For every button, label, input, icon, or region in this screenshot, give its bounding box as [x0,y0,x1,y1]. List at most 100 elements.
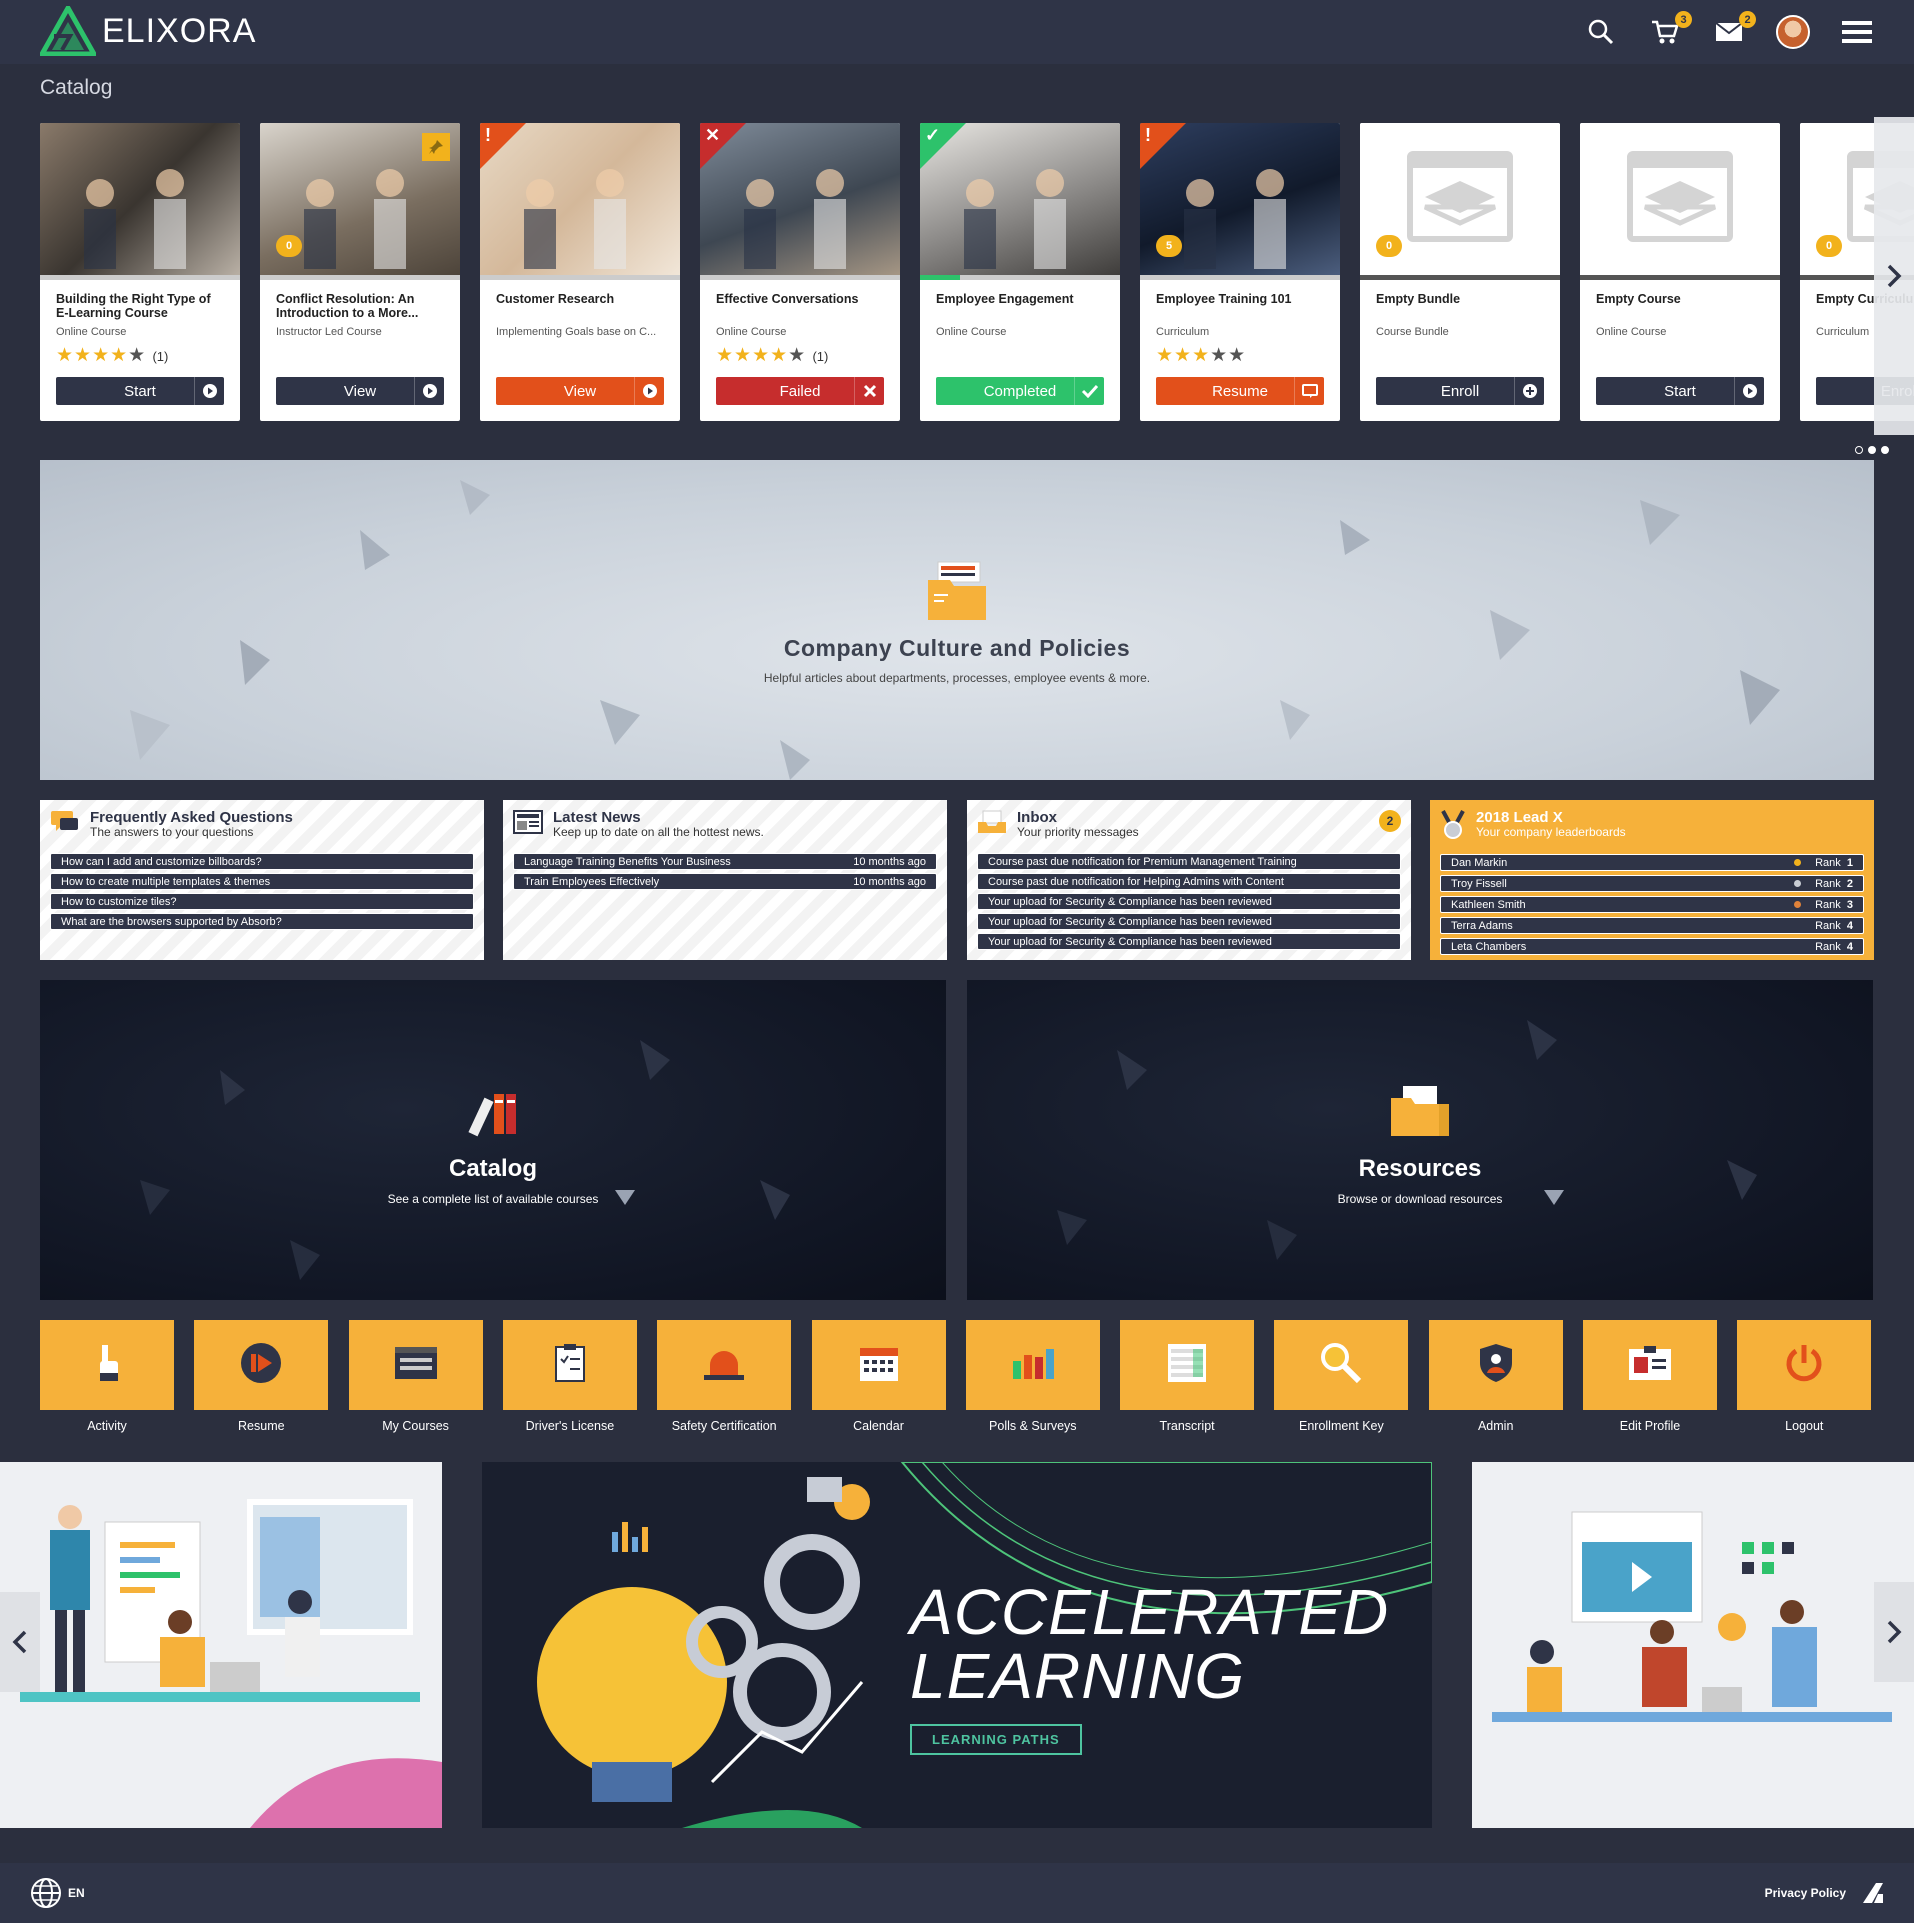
learning-paths-button[interactable]: LEARNING PATHS [910,1724,1082,1755]
course-title[interactable]: Effective Conversations [716,292,884,322]
course-thumbnail[interactable] [40,123,240,275]
quick-link[interactable]: Resume [194,1320,329,1433]
faq-item[interactable]: How to customize tiles? [50,893,474,910]
leaderboard-row[interactable]: Kathleen Smith Rank 3 [1440,896,1864,913]
course-action-button[interactable]: Enroll [1376,377,1544,405]
course-thumbnail[interactable]: ✕ [700,123,900,275]
course-action-button[interactable]: Completed [936,377,1104,405]
course-action-button[interactable]: Resume [1156,377,1324,405]
quick-link-tile[interactable] [1428,1320,1563,1410]
rating-count: (1) [812,349,829,364]
quick-link-tile[interactable] [1737,1320,1872,1410]
page-dot[interactable] [1881,446,1889,454]
news-item[interactable]: Language Training Benefits Your Business… [513,853,937,870]
brand-logo[interactable]: ELIXORA [40,6,256,56]
quick-link[interactable]: Safety Certification [657,1320,792,1433]
quick-link-tile[interactable] [811,1320,946,1410]
faq-item[interactable]: How can I add and customize billboards? [50,853,474,870]
quick-link[interactable]: Calendar [811,1320,946,1433]
course-thumbnail[interactable] [1580,123,1780,275]
course-thumbnail[interactable]: 0 [1360,123,1560,275]
course-action-button[interactable]: Start [56,377,224,405]
inbox-message[interactable]: Your upload for Security & Compliance ha… [977,913,1401,930]
quick-link[interactable]: Polls & Surveys [965,1320,1100,1433]
course-card[interactable]: Empty Course Online Course Start [1580,123,1780,421]
quick-link[interactable]: My Courses [348,1320,483,1433]
course-action-button[interactable]: View [496,377,664,405]
course-title[interactable]: Customer Research [496,292,664,322]
menu-button[interactable] [1840,15,1874,49]
course-type: Course Bundle [1376,326,1449,338]
banner-slide-left[interactable] [0,1462,442,1828]
course-title[interactable]: Empty Bundle [1376,292,1544,322]
course-thumbnail[interactable]: ✓ [920,123,1120,275]
news-item[interactable]: Train Employees Effectively 10 months ago [513,873,937,890]
course-card[interactable]: ! 5 Employee Training 101 Curriculum ★★★★… [1140,123,1340,421]
course-card[interactable]: ! Customer Research Implementing Goals b… [480,123,680,421]
banner-slide-accelerated-learning[interactable]: ACCELERATED LEARNING LEARNING PATHS [482,1462,1432,1828]
quick-link[interactable]: Edit Profile [1583,1320,1717,1433]
leaderboard-row[interactable]: Terra Adams Rank 4 [1440,917,1864,934]
page-dot[interactable] [1868,446,1876,454]
course-action-button[interactable]: View [276,377,444,405]
globe-icon[interactable] [30,1877,62,1909]
user-avatar[interactable] [1776,15,1810,49]
leaderboard-row[interactable]: Leta Chambers Rank 4 [1440,938,1864,955]
quick-link[interactable]: Logout [1737,1320,1872,1433]
quick-link-tile[interactable] [1274,1320,1409,1410]
course-title[interactable]: Building the Right Type of E-Learning Co… [56,292,224,322]
quick-link[interactable]: Transcript [1120,1320,1255,1433]
course-thumbnail[interactable]: ! [480,123,680,275]
quick-link-tile[interactable] [502,1320,637,1410]
inbox-message[interactable]: Course past due notification for Helping… [977,873,1401,890]
quick-link[interactable]: Activity [40,1320,174,1433]
leaderboard-row[interactable]: Troy Fissell Rank 2 [1440,875,1864,892]
quick-link-tile[interactable] [657,1320,792,1410]
banner-slide-right[interactable] [1472,1462,1914,1828]
language-selector[interactable]: EN [68,1886,85,1900]
quick-link[interactable]: Enrollment Key [1274,1320,1409,1433]
banner-next-button[interactable] [1874,1582,1914,1682]
resources-tile[interactable]: Resources Browse or download resources [967,980,1873,1300]
faq-item[interactable]: What are the browsers supported by Absor… [50,913,474,930]
faq-item[interactable]: How to create multiple templates & theme… [50,873,474,890]
course-action-button[interactable]: Failed [716,377,884,405]
course-count-badge: 0 [1816,235,1842,257]
quick-link-tile[interactable] [1583,1320,1717,1410]
privacy-policy-link[interactable]: Privacy Policy [1765,1886,1846,1900]
inbox-message[interactable]: Your upload for Security & Compliance ha… [977,933,1401,950]
course-card[interactable]: ✓ Employee Engagement Online Course Comp… [920,123,1120,421]
catalog-tile[interactable]: Catalog See a complete list of available… [40,980,946,1300]
inbox-message[interactable]: Course past due notification for Premium… [977,853,1401,870]
quick-link-tile[interactable] [965,1320,1100,1410]
pin-icon[interactable] [422,133,450,161]
cart-button[interactable]: 3 [1648,11,1692,49]
quick-link-tile[interactable] [1120,1320,1255,1410]
course-action-button[interactable]: Start [1596,377,1764,405]
quick-link[interactable]: Driver's License [502,1320,637,1433]
quick-link-tile[interactable] [194,1320,329,1410]
quick-link-tile[interactable] [40,1320,174,1410]
quick-link-tile[interactable] [348,1320,483,1410]
carousel-next-button[interactable] [1874,117,1914,435]
course-title[interactable]: Employee Engagement [936,292,1104,322]
course-thumbnail[interactable]: ! 5 [1140,123,1340,275]
course-card[interactable]: 0 Conflict Resolution: An Introduction t… [260,123,460,421]
news-subtitle: Keep up to date on all the hottest news. [553,825,764,839]
course-card[interactable]: Building the Right Type of E-Learning Co… [40,123,240,421]
quick-link[interactable]: Admin [1428,1320,1563,1433]
leaderboard-row[interactable]: Dan Markin Rank 1 [1440,854,1864,871]
course-thumbnail[interactable]: 0 [260,123,460,275]
mail-button[interactable]: 2 [1712,11,1756,49]
page-dot[interactable] [1855,446,1863,454]
course-title[interactable]: Empty Course [1596,292,1764,322]
course-card[interactable]: ✕ Effective Conversations Online Course … [700,123,900,421]
banner-prev-button[interactable] [0,1592,40,1692]
inbox-message[interactable]: Your upload for Security & Compliance ha… [977,893,1401,910]
search-button[interactable] [1584,15,1618,49]
leader-rank: Rank 1 [1815,857,1853,869]
billboard-company-culture[interactable]: Company Culture and Policies Helpful art… [40,460,1874,780]
course-title[interactable]: Conflict Resolution: An Introduction to … [276,292,444,322]
course-card[interactable]: 0 Empty Bundle Course Bundle Enroll [1360,123,1560,421]
course-title[interactable]: Employee Training 101 [1156,292,1324,322]
